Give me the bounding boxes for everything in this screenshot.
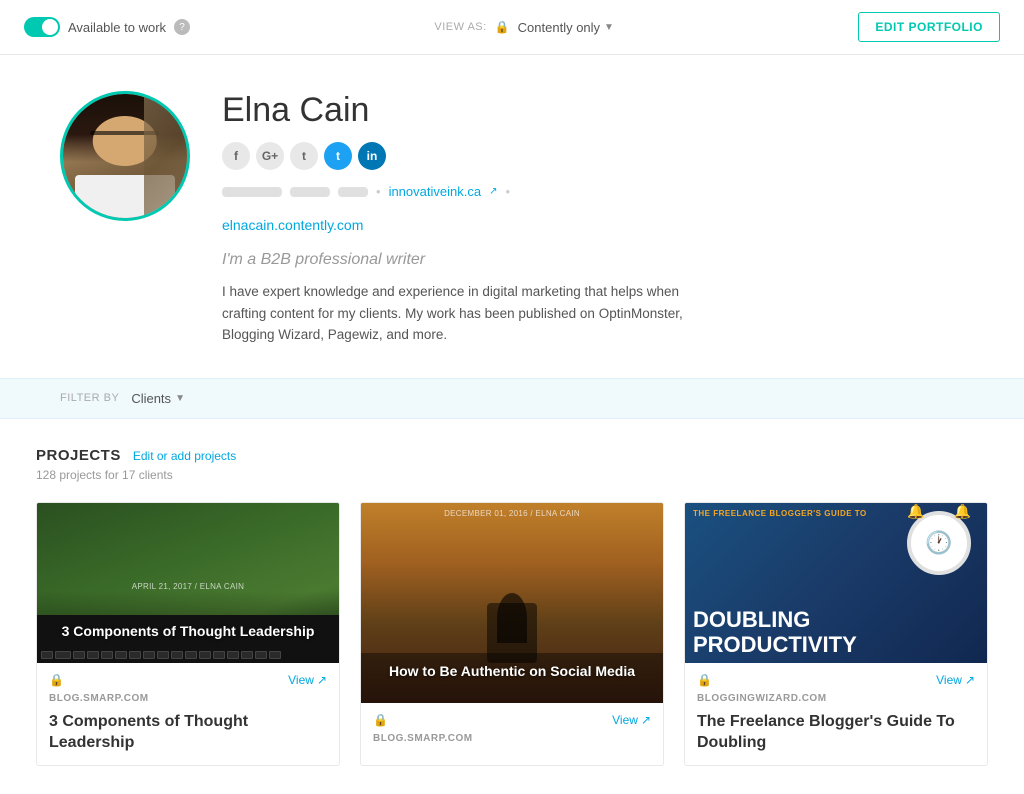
external-icon-2: ↗ [641, 713, 651, 727]
top-bar: Available to work ? VIEW AS: 🔒 Contently… [0, 0, 1024, 55]
googleplus-icon[interactable]: G+ [256, 142, 284, 170]
profile-links: • innovativeink.ca ↗ • [222, 184, 964, 199]
view-option: Contently only [518, 20, 600, 35]
profile-tagline: I'm a B2B professional writer [222, 251, 964, 269]
filter-bar: FILTER BY Clients ▼ [0, 378, 1024, 419]
project-source-1: BLOG.SMARP.COM [37, 693, 339, 708]
view-as-label: VIEW AS: [434, 21, 486, 33]
project-thumbnail-3: THE FREELANCE BLOGGER'S GUIDE TO DOUBLIN… [685, 503, 987, 663]
edit-portfolio-button[interactable]: EDIT PORTFOLIO [858, 12, 1000, 42]
available-label: Available to work [68, 20, 166, 35]
edit-projects-link[interactable]: Edit or add projects [133, 449, 236, 463]
thumb-subtitle-3: THE FREELANCE BLOGGER'S GUIDE TO [693, 509, 867, 518]
view-label-2: View [612, 713, 638, 727]
project-meta-2: 🔒 View ↗ [361, 703, 663, 733]
help-icon[interactable]: ? [174, 19, 190, 35]
available-toggle[interactable] [24, 17, 60, 37]
project-card-3: THE FREELANCE BLOGGER'S GUIDE TO DOUBLIN… [684, 502, 988, 767]
projects-grid: APRIL 21, 2017 / ELNA CAIN 3 Components … [36, 502, 988, 767]
project-source-2: BLOG.SMARP.COM [361, 733, 663, 748]
lock-icon: 🔒 [495, 20, 510, 34]
view-label-1: View [288, 673, 314, 687]
thumb-date-1: APRIL 21, 2017 / ELNA CAIN [37, 582, 339, 591]
filter-option: Clients [131, 391, 171, 406]
project-meta-1: 🔒 View ↗ [37, 663, 339, 693]
projects-count: 128 projects for 17 clients [36, 468, 988, 482]
contently-link[interactable]: elnacain.contently.com [222, 217, 363, 233]
blurred-link-3 [338, 187, 368, 197]
project-source-3: BLOGGINGWIZARD.COM [685, 693, 987, 708]
lock-icon-2: 🔒 [373, 713, 388, 727]
top-bar-left: Available to work ? [24, 17, 190, 37]
tumblr-icon[interactable]: t [290, 142, 318, 170]
profile-bio: I have expert knowledge and experience i… [222, 281, 702, 346]
filter-label: FILTER BY [60, 392, 119, 404]
separator: • [376, 184, 381, 199]
toggle-knob [42, 19, 58, 35]
top-bar-center: VIEW AS: 🔒 Contently only ▼ [434, 20, 614, 35]
social-icons: f G+ t t in [222, 142, 964, 170]
project-card-2: DECEMBER 01, 2016 / ELNA CAIN How to Be … [360, 502, 664, 767]
chevron-down-icon: ▼ [604, 22, 614, 33]
linkedin-icon[interactable]: in [358, 142, 386, 170]
view-link-2[interactable]: View ↗ [612, 713, 651, 727]
external-icon-3: ↗ [965, 673, 975, 687]
project-thumbnail-1: APRIL 21, 2017 / ELNA CAIN 3 Components … [37, 503, 339, 663]
projects-title: PROJECTS [36, 447, 121, 464]
filter-dropdown[interactable]: Clients ▼ [131, 391, 185, 406]
projects-header: PROJECTS Edit or add projects [36, 447, 988, 464]
thumb-big-text-3: DOUBLINGPRODUCTIVITY [693, 608, 897, 656]
project-card: APRIL 21, 2017 / ELNA CAIN 3 Components … [36, 502, 340, 767]
thumb-text-1: 3 Components of Thought Leadership [37, 615, 339, 647]
project-meta-3: 🔒 View ↗ [685, 663, 987, 693]
blurred-link-1 [222, 187, 282, 197]
twitter-icon[interactable]: t [324, 142, 352, 170]
facebook-icon[interactable]: f [222, 142, 250, 170]
filter-chevron-icon: ▼ [175, 393, 185, 404]
view-link-3[interactable]: View ↗ [936, 673, 975, 687]
view-label-3: View [936, 673, 962, 687]
external-icon-1: ↗ [317, 673, 327, 687]
projects-section: PROJECTS Edit or add projects 128 projec… [0, 419, 1024, 794]
lock-icon-1: 🔒 [49, 673, 64, 687]
lock-icon-3: 🔒 [697, 673, 712, 687]
avatar [60, 91, 190, 221]
separator-2: • [505, 184, 510, 199]
thumb-date-2: DECEMBER 01, 2016 / ELNA CAIN [361, 509, 663, 518]
profile-info: Elna Cain f G+ t t in • innovativeink.ca… [222, 91, 964, 346]
website-link[interactable]: innovativeink.ca [389, 184, 482, 199]
external-link-icon: ↗ [489, 186, 497, 197]
profile-section: Elna Cain f G+ t t in • innovativeink.ca… [0, 55, 1024, 378]
blurred-link-2 [290, 187, 330, 197]
view-dropdown[interactable]: Contently only ▼ [518, 20, 614, 35]
view-link-1[interactable]: View ↗ [288, 673, 327, 687]
project-thumbnail-2: DECEMBER 01, 2016 / ELNA CAIN How to Be … [361, 503, 663, 703]
profile-name: Elna Cain [222, 91, 964, 130]
thumb-text-2: How to Be Authentic on Social Media [361, 655, 663, 687]
